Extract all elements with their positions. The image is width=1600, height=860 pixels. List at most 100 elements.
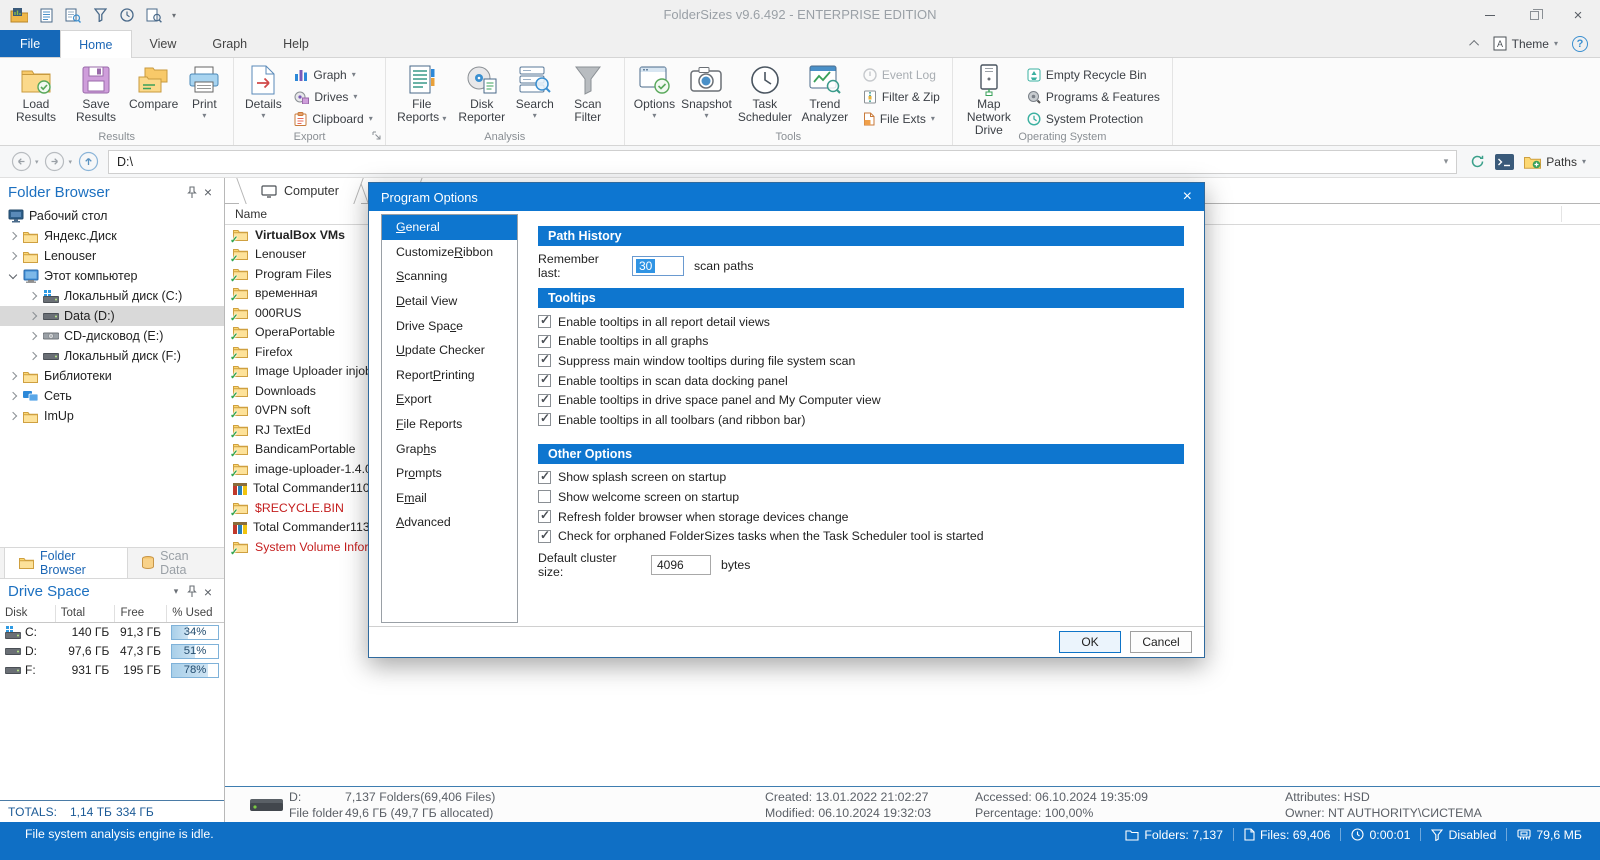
options-nav-scanning[interactable]: Scanning (382, 264, 517, 289)
options-nav-customize-ribbon[interactable]: Customize Ribbon (382, 240, 517, 265)
checkbox-icon[interactable] (538, 392, 551, 407)
dialog-close-icon[interactable]: × (1183, 189, 1192, 205)
up-button[interactable] (77, 151, 99, 173)
options-nav-export[interactable]: Export (382, 387, 517, 412)
checkbox-row-enable-tooltips-in-all-toolbars-and-ribb[interactable]: Enable tooltips in all toolbars (and rib… (538, 410, 1184, 430)
qat-customize-caret[interactable]: ▾ (172, 11, 176, 20)
cancel-button[interactable]: Cancel (1130, 631, 1192, 653)
panel-menu-caret[interactable]: ▾ (168, 586, 184, 597)
ribbon-button-map-network-drive[interactable]: Map Network Drive (959, 61, 1019, 137)
tab-help[interactable]: Help (265, 30, 327, 57)
checkbox-row-enable-tooltips-in-all-graphs[interactable]: Enable tooltips in all graphs (538, 332, 1184, 352)
checkbox-row-enable-tooltips-in-scan-data-docking-pan[interactable]: Enable tooltips in scan data docking pan… (538, 371, 1184, 391)
tree-item-imup[interactable]: ImUp (0, 406, 224, 426)
ribbon-button-save-results[interactable]: Save Results (66, 61, 126, 124)
tab-home[interactable]: Home (60, 30, 132, 58)
dialog-launcher-icon[interactable] (372, 131, 381, 143)
back-button[interactable] (10, 151, 32, 173)
tree-expander-icon[interactable] (26, 289, 41, 304)
checkbox-row-show-splash-screen-on-startup[interactable]: Show splash screen on startup (538, 468, 1184, 488)
ribbon-button-options[interactable]: Options ▾ (631, 61, 678, 120)
ribbon-button-compare[interactable]: Compare (126, 61, 181, 111)
ok-button[interactable]: OK (1059, 631, 1121, 653)
options-nav-graphs[interactable]: Grap h s (382, 436, 517, 461)
ribbon-button-drives[interactable]: Drives ▾ (290, 86, 376, 107)
tree-item-cd-дисковод-e[interactable]: CD-дисковод (E:) (0, 326, 224, 346)
checkbox-icon[interactable] (538, 333, 551, 348)
options-nav-email[interactable]: Em ail (382, 486, 517, 511)
options-nav-general[interactable]: General (382, 215, 517, 240)
doc-icon[interactable] (37, 8, 55, 23)
options-nav-update-checker[interactable]: Update Checker (382, 338, 517, 363)
options-nav-detail-view[interactable]: Detail View (382, 289, 517, 314)
doc-preview-icon[interactable] (145, 8, 163, 23)
checkbox-icon[interactable] (538, 469, 551, 484)
column-header-used[interactable]: % Used (166, 604, 224, 622)
column-header-disk[interactable]: Disk (0, 605, 55, 622)
ribbon-button-details[interactable]: Details ▾ (240, 61, 286, 120)
ribbon-button-task-scheduler[interactable]: Task Scheduler (735, 61, 795, 124)
checkbox-row-enable-tooltips-in-drive-space-panel-and[interactable]: Enable tooltips in drive space panel and… (538, 390, 1184, 410)
checkbox-row-refresh-folder-browser-when-storage-devi[interactable]: Refresh folder browser when storage devi… (538, 507, 1184, 527)
options-nav-report-printing[interactable]: Report Printing (382, 363, 517, 388)
ribbon-button-load-results[interactable]: Load Results (6, 61, 66, 124)
ribbon-button-file-exts[interactable]: File Exts ▾ (859, 108, 944, 129)
console-button[interactable] (1493, 151, 1515, 173)
options-nav-advanced[interactable]: Advanced (382, 510, 517, 535)
ribbon-button-graph[interactable]: Graph ▾ (290, 64, 376, 85)
forward-history-caret[interactable]: ▾ (69, 158, 73, 166)
tree-expander-icon[interactable] (26, 349, 41, 364)
tree-expander-icon[interactable] (26, 329, 41, 344)
ribbon-button-snapshot[interactable]: Snapshot ▾ (678, 61, 735, 120)
tree-item-lenouser[interactable]: Lenouser (0, 246, 224, 266)
close-panel-icon[interactable]: × (200, 185, 216, 199)
ribbon-button-scan-filter[interactable]: Scan Filter (558, 61, 618, 124)
checkbox-row-check-for-orphaned-foldersizes-tasks-whe[interactable]: Check for orphaned FolderSizes tasks whe… (538, 526, 1184, 546)
ribbon-button-print[interactable]: Print ▾ (181, 61, 227, 120)
ribbon-button-file-reports[interactable]: File Reports ▾ (392, 61, 452, 124)
ribbon-button-empty-recycle-bin[interactable]: Empty Recycle Bin (1023, 64, 1164, 85)
checkbox-icon[interactable] (538, 528, 551, 543)
tree-expander-icon[interactable] (6, 249, 21, 264)
view-tab-computer[interactable]: Computer (239, 178, 361, 204)
tree-item-рабочий-стол[interactable]: Рабочий стол (0, 206, 224, 226)
checkbox-row-suppress-main-window-tooltips-during-fil[interactable]: Suppress main window tooltips during fil… (538, 351, 1184, 371)
funnel-icon[interactable] (91, 8, 109, 22)
checkbox-icon[interactable] (538, 490, 551, 504)
checkbox-icon[interactable] (538, 352, 551, 368)
panel-tab-scan-data[interactable]: Scan Data (128, 548, 224, 578)
back-history-caret[interactable]: ▾ (35, 158, 39, 166)
refresh-button[interactable] (1466, 151, 1488, 173)
tree-item-data-d[interactable]: Data (D:) (0, 306, 224, 326)
close-button[interactable]: × (1556, 0, 1600, 30)
column-header-free[interactable]: Free (114, 604, 166, 622)
close-panel-icon[interactable]: × (200, 585, 216, 599)
tree-item-локальный-диск-f[interactable]: Локальный диск (F:) (0, 346, 224, 366)
doc-search-icon[interactable] (64, 8, 82, 23)
ribbon-button-search[interactable]: Search ▾ (512, 61, 558, 120)
path-dropdown-caret[interactable]: ▾ (1444, 156, 1449, 167)
checkbox-icon[interactable] (538, 313, 551, 329)
remember-last-input[interactable]: 30 (632, 255, 684, 276)
tree-expander-icon[interactable] (26, 309, 41, 324)
ribbon-button-programs-features[interactable]: Programs & Features (1023, 86, 1164, 107)
help-button[interactable]: ? (1572, 35, 1588, 52)
tab-view[interactable]: View (132, 30, 195, 57)
tree-expander-icon[interactable] (6, 369, 21, 384)
tree-expander-icon[interactable] (6, 389, 21, 404)
ribbon-button-disk-reporter[interactable]: Disk Reporter (452, 61, 512, 124)
app-icon[interactable] (10, 7, 28, 23)
drive-row-c[interactable]: C: 140 ГБ 91,3 ГБ 34% (0, 623, 224, 642)
tab-file[interactable]: File (0, 30, 61, 57)
panel-tab-folder-browser[interactable]: Folder Browser (4, 547, 129, 578)
pin-icon[interactable] (184, 185, 200, 199)
ribbon-button-clipboard[interactable]: Clipboard ▾ (290, 108, 376, 129)
tab-graph[interactable]: Graph (194, 30, 265, 57)
column-header-total[interactable]: Total (54, 604, 115, 622)
tree-item-сеть[interactable]: Сеть (0, 386, 224, 406)
checkbox-icon[interactable] (538, 508, 551, 524)
collapse-ribbon-icon[interactable] (1468, 39, 1479, 50)
drive-row-d[interactable]: D: 97,6 ГБ 47,3 ГБ 51% (0, 642, 224, 661)
pin-icon[interactable] (184, 585, 200, 598)
path-input[interactable]: D:\ ▾ (108, 149, 1458, 174)
